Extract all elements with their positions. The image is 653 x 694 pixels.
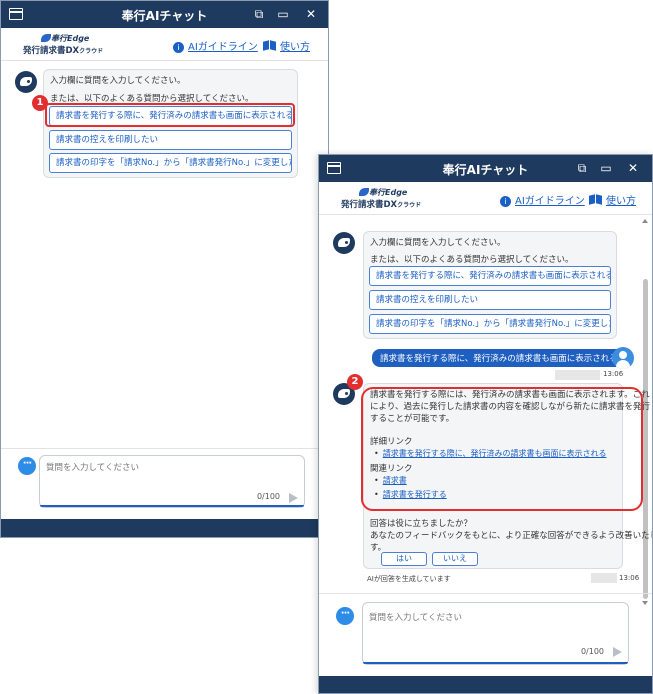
ai-guideline-label: AIガイドライン [515,196,585,207]
input-underline [363,662,628,664]
answer-meta-bar [591,573,617,583]
logo-line1: 奉行Edge [369,188,408,197]
faq-option-2[interactable]: 請求書の控えを印刷したい [369,290,611,310]
ai-guideline-link[interactable]: i AIガイドライン [173,38,258,53]
feedback-yes-button[interactable]: はい [381,552,427,566]
popout-icon[interactable]: ⧉ [574,160,590,176]
title-bar: 奉行AIチャット ⧉ ▭ ✕ [319,155,652,182]
send-icon[interactable] [613,647,622,657]
logo-product-name: 発行請求書DX [341,200,398,210]
feedback-no-button[interactable]: いいえ [432,552,478,566]
generating-note: AIが回答を生成しています [367,575,451,583]
logo-line2: 発行請求書DXクラウド [341,198,421,210]
chat-window-1: 奉行AIチャット ⧉ ▭ ✕ 奉行Edge 発行請求書DXクラウド i AIガイド… [0,0,329,538]
scroll-down-arrow[interactable] [642,601,648,605]
bot-message-line1: 入力欄に質問を入力してください。 [50,76,186,86]
question-input[interactable]: 質問を入力してください 0/100 [362,602,629,665]
feedback-question: 回答は役に立ちましたか？ [370,519,473,529]
window-footer [319,676,652,693]
app-header: 奉行Edge 発行請求書DXクラウド i AIガイドライン 使い方 [319,182,652,215]
step-marker-2: 2 [347,374,363,390]
highlight-box-2 [361,387,643,511]
bot-message-line1: 入力欄に質問を入力してください。 [370,238,506,248]
input-placeholder: 質問を入力してください [46,463,139,473]
close-icon[interactable]: ✕ [625,160,641,176]
faq-option-2[interactable]: 請求書の控えを印刷したい [49,130,292,150]
faq-option-3[interactable]: 請求書の印字を「請求No.」から「請求書発行No.」に変更したい [369,314,611,334]
user-message-meta-bar [555,370,600,380]
char-counter: 0/100 [256,492,280,501]
logo-product-name: 発行請求書DX [23,46,80,56]
scroll-up-arrow[interactable] [642,219,648,223]
chat-bubble-icon [18,457,36,475]
user-message: 請求書を発行する際に、発行済みの請求書も画面に表示される [372,349,626,367]
chat-bubble-icon [336,607,354,625]
panel-icon[interactable]: ▭ [598,160,614,176]
bot-avatar [333,232,355,254]
input-underline [40,505,304,507]
scrollbar-thumb[interactable] [643,279,648,599]
product-logo: 奉行Edge 発行請求書DXクラウド [341,187,441,211]
title-bar: 奉行AIチャット ⧉ ▭ ✕ [1,1,328,28]
highlight-box-1 [45,103,295,127]
logo-cloud-label: クラウド [79,48,104,55]
faq-option-1[interactable]: 請求書を発行する際に、発行済みの請求書も画面に表示される [369,266,611,286]
logo-bird-icon [359,188,369,196]
send-icon[interactable] [289,493,298,503]
user-avatar [612,347,634,369]
close-icon[interactable]: ✕ [303,6,319,22]
user-message-time: 13:06 [603,370,624,378]
logo-line2: 発行請求書DXクラウド [23,44,103,56]
feedback-note-line1: あなたのフィードバックをもとに、より正確な回答ができるよう改善いたしま [370,531,653,541]
question-input[interactable]: 質問を入力してください 0/100 [39,455,305,508]
logo-cloud-label: クラウド [397,202,422,209]
how-to-link[interactable]: 使い方 [263,38,310,53]
input-placeholder: 質問を入力してください [369,613,462,623]
bot-avatar [15,71,37,93]
input-separator [319,593,652,594]
chat-window-2: 奉行AIチャット ⧉ ▭ ✕ 奉行Edge 発行請求書DXクラウド i AIガイド… [318,154,653,694]
panel-icon[interactable]: ▭ [275,6,291,22]
ai-guideline-link[interactable]: i AIガイドライン [500,192,585,207]
how-to-label: 使い方 [606,196,636,207]
how-to-label: 使い方 [280,42,310,53]
info-icon: i [173,42,184,53]
product-logo: 奉行Edge 発行請求書DXクラウド [23,33,123,57]
faq-option-3[interactable]: 請求書の印字を「請求No.」から「請求書発行No.」に変更したい [49,153,292,173]
step-marker-1: 1 [32,95,48,111]
char-counter: 0/100 [580,647,604,656]
bot-message-line2: または、以下のよくある質問から選択してください。 [370,255,574,265]
ai-guideline-label: AIガイドライン [188,42,258,53]
info-icon: i [500,196,511,207]
popout-icon[interactable]: ⧉ [251,6,267,22]
answer-time: 13:06 [619,574,640,582]
app-header: 奉行Edge 発行請求書DXクラウド i AIガイドライン 使い方 [1,28,328,61]
how-to-link[interactable]: 使い方 [589,192,636,207]
logo-bird-icon [41,34,51,42]
logo-line1: 奉行Edge [51,34,90,43]
book-icon [263,41,276,50]
window-footer [1,519,328,537]
book-icon [589,195,602,204]
bot-message-bubble: 入力欄に質問を入力してください。 または、以下のよくある質問から選択してください… [363,231,617,339]
input-separator [1,448,328,449]
